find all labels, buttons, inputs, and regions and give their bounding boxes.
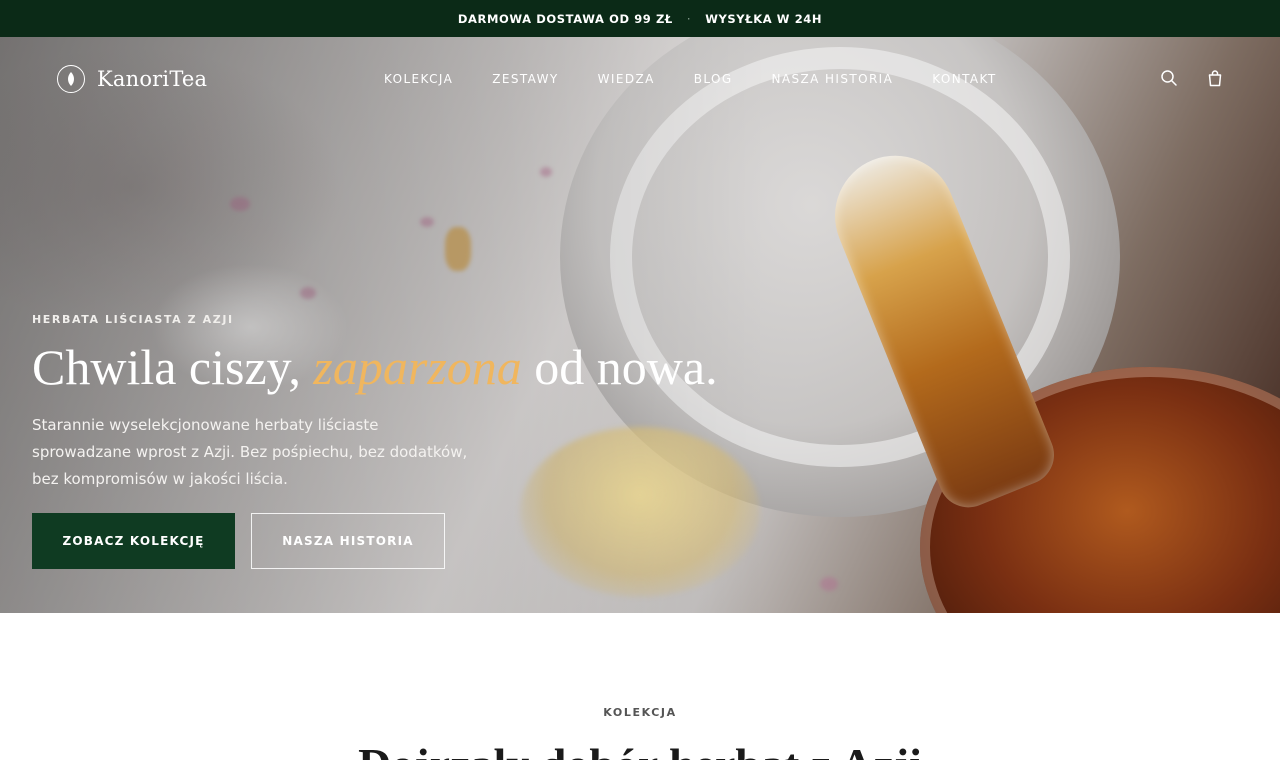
site-header: KanoriTea KOLEKCJA ZESTAWY WIEDZA BLOG N… bbox=[0, 37, 1280, 123]
collection-title: Dojrzały dobór herbat z Azji bbox=[0, 738, 1280, 760]
search-icon[interactable] bbox=[1160, 69, 1178, 87]
nav-item-nasza-historia[interactable]: NASZA HISTORIA bbox=[772, 72, 894, 86]
hero-title-accent: zaparzona bbox=[313, 339, 522, 395]
nav-item-wiedza[interactable]: WIEDZA bbox=[598, 72, 655, 86]
nav-item-blog[interactable]: BLOG bbox=[694, 72, 733, 86]
shopping-bag-icon[interactable] bbox=[1206, 69, 1224, 87]
announcement-free-shipping: DARMOWA DOSTAWA OD 99 ZŁ bbox=[457, 11, 673, 26]
nav-item-zestawy[interactable]: ZESTAWY bbox=[492, 72, 558, 86]
hero-title: Chwila ciszy, zaparzona od nowa. bbox=[32, 338, 718, 396]
view-collection-button[interactable]: ZOBACZ KOLEKCJĘ bbox=[32, 513, 235, 569]
logo-text: KanoriTea bbox=[97, 67, 208, 91]
nav-item-kontakt[interactable]: KONTAKT bbox=[932, 72, 996, 86]
hero-eyebrow: HERBATA LIŚCIASTA Z AZJI bbox=[32, 313, 234, 326]
collection-eyebrow: KOLEKCJA bbox=[603, 706, 677, 719]
hero-title-start: Chwila ciszy, bbox=[32, 339, 301, 395]
our-story-button[interactable]: NASZA HISTORIA bbox=[251, 513, 445, 569]
announcement-separator: · bbox=[686, 11, 692, 26]
hero-title-end: od nowa. bbox=[534, 339, 718, 395]
header-actions bbox=[1160, 69, 1224, 87]
main-nav: KOLEKCJA ZESTAWY WIEDZA BLOG NASZA HISTO… bbox=[384, 72, 997, 86]
announcement-bar: DARMOWA DOSTAWA OD 99 ZŁ · WYSYŁKA W 24H bbox=[0, 0, 1280, 37]
announcement-shipping-time: WYSYŁKA W 24H bbox=[705, 11, 823, 26]
hero-subtitle: Starannie wyselekcjonowane herbaty liści… bbox=[32, 416, 468, 488]
logo-link[interactable]: KanoriTea bbox=[57, 65, 207, 93]
nav-item-kolekcja[interactable]: KOLEKCJA bbox=[384, 72, 453, 86]
leaf-logo-icon bbox=[57, 65, 85, 93]
